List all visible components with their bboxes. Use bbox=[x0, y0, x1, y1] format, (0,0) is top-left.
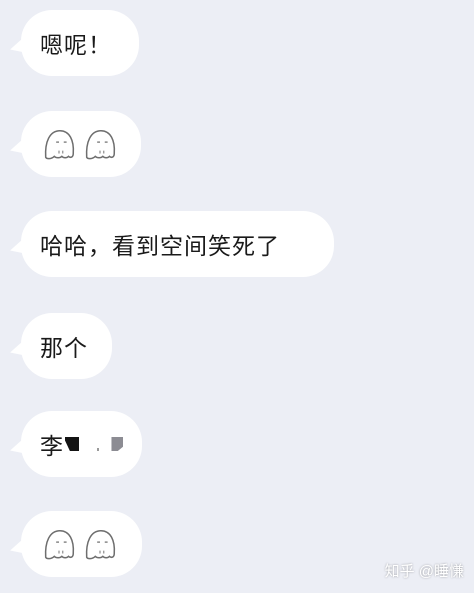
message-bubble-2[interactable] bbox=[21, 111, 141, 177]
message-bubble-1[interactable]: 嗯呢！ bbox=[21, 10, 139, 76]
ghost-icon bbox=[85, 129, 116, 160]
ghost-icon bbox=[44, 529, 75, 560]
message-bubble-6[interactable] bbox=[21, 511, 142, 577]
message-text: 哈哈，看到空间笑死了 bbox=[40, 234, 280, 260]
redaction-mark bbox=[111, 437, 123, 451]
message-bubble-4[interactable]: 那个 bbox=[21, 313, 112, 379]
redaction-mark bbox=[97, 448, 100, 451]
message-text: 嗯呢！ bbox=[40, 33, 112, 59]
message-text: 那个 bbox=[40, 336, 88, 362]
ghost-icon bbox=[44, 129, 75, 160]
chat-area: 嗯呢！ 哈哈，看到空间笑死了 那个 李 bbox=[0, 0, 474, 593]
ghost-icon bbox=[85, 529, 116, 560]
message-bubble-3[interactable]: 哈哈，看到空间笑死了 bbox=[21, 211, 334, 277]
redaction-mark bbox=[65, 437, 79, 451]
watermark: 知乎 @睡慊 bbox=[384, 563, 464, 580]
message-text: 李 bbox=[40, 434, 64, 460]
message-bubble-5[interactable]: 李 bbox=[21, 411, 142, 477]
